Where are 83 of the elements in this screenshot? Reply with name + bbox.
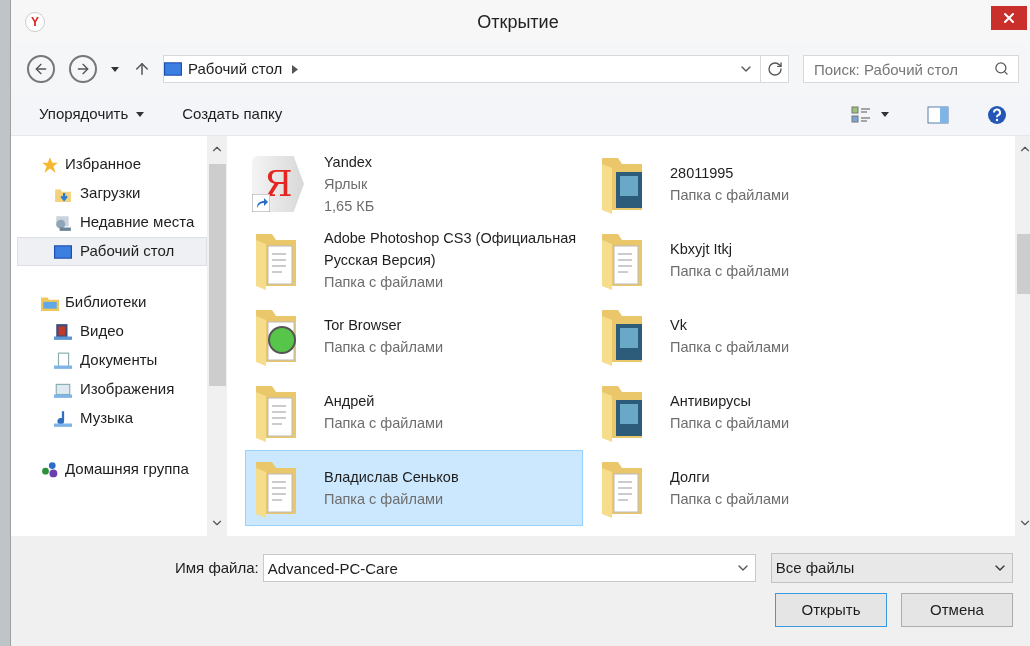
back-icon [33, 61, 49, 77]
sidebar-scrollbar[interactable] [207, 136, 227, 536]
new-folder-button[interactable]: Создать папку [182, 103, 283, 126]
address-bar[interactable]: Рабочий стол [163, 55, 789, 83]
sidebar-group[interactable]: Домашняя группа [65, 458, 189, 481]
content-scrollbar[interactable] [1015, 136, 1030, 536]
file-name: Tor Browser [324, 316, 403, 335]
close-icon [1001, 10, 1017, 26]
sidebar-item[interactable]: Музыка [17, 404, 207, 433]
file-detail: 1,65 КБ [324, 197, 375, 216]
file-name: Vk [670, 316, 688, 335]
file-item[interactable]: Долги Папка с файлами [591, 450, 991, 526]
desktop-icon [54, 242, 72, 261]
sidebar-group[interactable]: Избранное [65, 153, 142, 176]
documents-icon [54, 351, 72, 370]
file-name: Владислав Сеньков [324, 468, 459, 487]
file-item[interactable]: Андрей Папка с файлами [245, 374, 583, 450]
star-icon [41, 155, 59, 174]
close-button[interactable] [991, 6, 1027, 30]
file-detail: Папка с файлами [324, 273, 445, 292]
file-item[interactable]: Tor Browser Папка с файлами [245, 298, 583, 374]
file-item[interactable]: Vk Папка с файлами [591, 298, 991, 374]
shortcut-arrow-icon [252, 194, 270, 212]
file-item[interactable]: Adobe Photoshop CS3 (Официальная Русская Версия) Папка с файлами [245, 222, 583, 298]
help-icon[interactable] [987, 104, 1007, 125]
file-name: Kbxyjt Itkj [670, 240, 734, 259]
view-caret-icon [881, 112, 889, 117]
forward-button[interactable] [69, 55, 97, 83]
file-detail: Папка с файлами [324, 414, 444, 433]
app-icon: Y [25, 12, 45, 32]
file-item[interactable]: 28011995 Папка с файлами [591, 146, 991, 222]
organize-menu[interactable]: Упорядочить [39, 103, 145, 126]
file-name: Андрей [324, 392, 376, 411]
file-detail: Папка с файлами [670, 262, 790, 281]
breadcrumb-item[interactable]: Рабочий стол [188, 57, 283, 81]
file-name: Антивирусы [670, 392, 752, 411]
search-icon [994, 61, 1009, 76]
file-name: Adobe Photoshop CS3 (Официальная Русская Версия) [324, 229, 578, 270]
open-button[interactable]: Открыть [775, 593, 887, 627]
back-button[interactable] [27, 55, 55, 83]
file-item[interactable]: Kbxyjt Itkj Папка с файлами [591, 222, 991, 298]
file-detail: Папка с файлами [324, 338, 444, 357]
filename-field[interactable]: Advanced-PC-Care [262, 554, 756, 582]
sidebar-item[interactable]: Видео [17, 317, 207, 346]
caret-icon [136, 112, 145, 117]
filename-label: Имя файла: [175, 557, 259, 578]
file-item[interactable]: Я Yandex Ярлык 1,65 КБ [245, 146, 583, 222]
sidebar-item[interactable]: Загрузки [17, 179, 207, 208]
sidebar-item[interactable]: Изображения [17, 375, 207, 404]
file-detail: Папка с файлами [670, 338, 790, 357]
scroll-thumb[interactable] [208, 164, 226, 386]
music-icon [54, 409, 72, 428]
file-detail: Папка с файлами [670, 490, 790, 509]
file-name: 28011995 [670, 164, 735, 183]
window-title: Открытие [476, 10, 560, 34]
forward-icon [75, 61, 91, 77]
up-icon[interactable] [133, 60, 151, 78]
file-type-select[interactable]: Все файлы [770, 553, 1013, 583]
file-name: Yandex [324, 153, 374, 172]
sidebar-item[interactable]: Рабочий стол [17, 237, 207, 266]
sidebar-item[interactable]: Документы [17, 346, 207, 375]
logo-letter: Я [263, 166, 293, 202]
breadcrumb-arrow-icon [292, 64, 299, 74]
recent-icon [54, 213, 72, 232]
view-icon[interactable] [851, 105, 871, 124]
sidebar-group[interactable]: Библиотеки [65, 291, 147, 314]
refresh-icon[interactable] [766, 61, 783, 77]
search-field[interactable]: Поиск: Рабочий стол [803, 55, 1019, 83]
preview-pane-icon[interactable] [927, 105, 949, 124]
scroll-thumb[interactable] [1016, 234, 1030, 294]
video-icon [54, 322, 72, 341]
file-detail: Папка с файлами [670, 414, 790, 433]
homegroup-icon [41, 460, 59, 479]
file-detail: Ярлык [324, 175, 369, 194]
caret-icon [111, 66, 119, 72]
file-item[interactable]: Антивирусы Папка с файлами [591, 374, 991, 450]
file-detail: Папка с файлами [670, 186, 790, 205]
file-item[interactable]: Владислав Сеньков Папка с файлами [245, 450, 583, 526]
sidebar-item[interactable]: Недавние места [17, 208, 207, 237]
file-name: Долги [670, 468, 711, 487]
cancel-button[interactable]: Отмена [901, 593, 1013, 627]
file-detail: Папка с файлами [324, 490, 445, 509]
desktop-icon [164, 60, 182, 78]
